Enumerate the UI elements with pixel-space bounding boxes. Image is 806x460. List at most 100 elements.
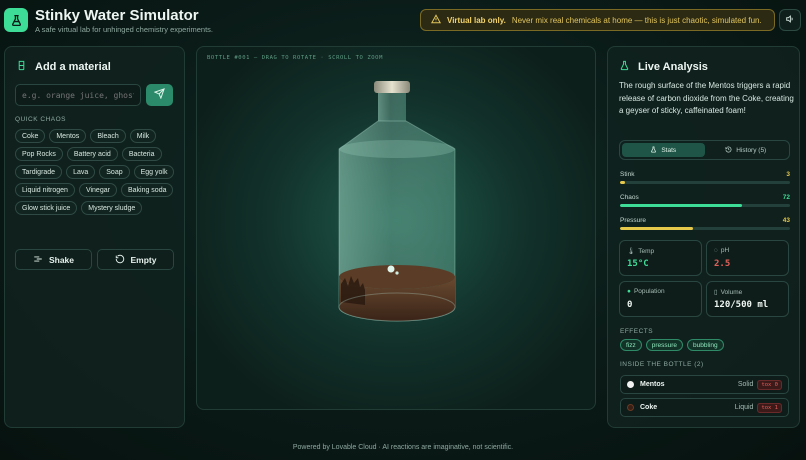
empty-button[interactable]: Empty	[97, 249, 174, 270]
warning-banner: Virtual lab only. Never mix real chemica…	[420, 9, 775, 31]
material-input[interactable]	[15, 84, 141, 106]
tab-history-label: History (5)	[736, 146, 767, 154]
flask-icon	[619, 60, 630, 74]
beaker-icon	[16, 60, 27, 74]
ph-label: pH	[720, 247, 730, 254]
volume-value: 120/500 ml	[714, 300, 769, 310]
footer-text: Powered by Lovable Cloud · AI reactions …	[292, 444, 514, 451]
quick-chaos-chip[interactable]: Battery acid	[66, 147, 118, 161]
droplet-icon: ◌	[714, 247, 718, 254]
effects-list: fizz pressure bubbling	[620, 339, 724, 351]
add-material-panel: Add a material QUICK CHAOS CokeMentosBle…	[4, 46, 185, 428]
stat-stink-bar	[620, 181, 790, 184]
analysis-text: The rough surface of the Mentos triggers…	[619, 81, 794, 115]
bottle-viewport[interactable]: BOTTLE #001 — DRAG TO ROTATE · SCROLL TO…	[196, 46, 596, 410]
quick-chaos-chip[interactable]: Soap	[99, 165, 130, 179]
flask-logo-icon	[4, 8, 28, 32]
add-material-title-text: Add a material	[35, 61, 111, 73]
quick-chaos-chips: Coke Mentos Bleach Milk Pop Rocks Battery aci…	[15, 129, 177, 215]
quick-chaos-chip[interactable]: Bleach	[90, 129, 126, 143]
live-analysis-panel: Live Analysis The rough surface of the M…	[607, 46, 800, 428]
item-tox-badge: tox 0	[757, 379, 782, 390]
reset-icon	[115, 254, 125, 266]
effect-tag: pressure	[645, 339, 684, 351]
material-input-row	[15, 84, 173, 106]
quick-chaos-chip[interactable]: Vinegar	[78, 183, 117, 197]
temp-box: 🌡 Temp 15°C	[619, 240, 702, 276]
add-material-button[interactable]	[146, 84, 173, 106]
stat-chaos: Chaos 72	[620, 194, 790, 207]
app-subtitle: A safe virtual lab for unhinged chemistr…	[35, 25, 214, 34]
stat-stink: Stink 3	[620, 171, 790, 184]
volume-box: ▯ Volume 120/500 ml	[706, 281, 789, 317]
bug-icon: ●	[627, 288, 631, 295]
live-analysis-title: Live Analysis	[619, 60, 708, 74]
stat-chaos-value: 72	[782, 194, 790, 201]
population-box: ● Population 0	[619, 281, 702, 317]
item-state: Solid	[737, 381, 754, 388]
population-label: Population	[633, 288, 665, 295]
population-value: 0	[627, 300, 633, 310]
empty-label: Empty	[130, 254, 157, 265]
item-state: Liquid	[734, 404, 754, 411]
app-title: Stinky Water Simulator	[35, 7, 199, 24]
item-name: Mentos	[640, 381, 665, 388]
inside-bottle-label: INSIDE THE BOTTLE (2)	[620, 361, 704, 368]
analysis-tabs: Stats History (5)	[619, 140, 790, 160]
mentos-swatch	[627, 381, 634, 388]
stat-pressure-label: Pressure	[620, 217, 647, 224]
quick-chaos-chip[interactable]: Coke	[15, 129, 46, 143]
item-tox-badge: tox 1	[757, 402, 782, 413]
warning-icon	[430, 14, 442, 26]
bottle-hint: BOTTLE #001 — DRAG TO ROTATE · SCROLL TO…	[207, 55, 384, 61]
quick-chaos-chip[interactable]: Lava	[66, 165, 96, 179]
ph-box: ◌ pH 2.5	[706, 240, 789, 276]
stat-pressure-value: 43	[782, 217, 790, 224]
stats-flask-icon	[650, 146, 657, 155]
send-icon	[153, 86, 165, 104]
quick-chaos-chip[interactable]: Milk	[129, 129, 157, 143]
quick-chaos-chip[interactable]: Bacteria	[121, 147, 162, 161]
volume-label: Volume	[720, 288, 743, 296]
history-icon	[725, 146, 732, 155]
temp-label: Temp	[638, 247, 655, 255]
shake-label: Shake	[48, 254, 75, 265]
tab-stats[interactable]: Stats	[622, 143, 705, 157]
speaker-icon	[785, 11, 795, 29]
ph-value: 2.5	[714, 259, 731, 269]
stat-chaos-bar	[620, 204, 790, 207]
stat-pressure-bar	[620, 227, 790, 230]
quick-chaos-chip[interactable]: Mentos	[49, 129, 87, 143]
quick-chaos-chip[interactable]: Egg yolk	[133, 165, 175, 179]
bottle-item[interactable]: Mentos Solid tox 0	[620, 375, 789, 394]
stat-chaos-label: Chaos	[620, 194, 639, 201]
tab-stats-label: Stats	[661, 146, 677, 154]
warning-text: Never mix real chemicals at home — this …	[511, 15, 762, 25]
stat-pressure: Pressure 43	[620, 217, 790, 230]
item-name: Coke	[640, 404, 658, 411]
quick-chaos-chip[interactable]: Glow stick juice	[15, 201, 78, 215]
quick-chaos-chip[interactable]: Baking soda	[120, 183, 174, 197]
thermometer-icon: 🌡	[627, 248, 636, 255]
sound-toggle-button[interactable]	[779, 9, 801, 31]
shake-icon	[33, 254, 43, 266]
live-analysis-title-text: Live Analysis	[638, 61, 708, 73]
temp-value: 15°C	[627, 259, 649, 269]
stat-stink-value: 3	[786, 171, 790, 178]
effect-tag: bubbling	[687, 339, 724, 351]
shake-button[interactable]: Shake	[15, 249, 92, 270]
quick-chaos-chip[interactable]: Tardigrade	[15, 165, 63, 179]
warning-bold: Virtual lab only.	[447, 15, 506, 25]
quick-chaos-chip[interactable]: Liquid nitrogen	[15, 183, 75, 197]
quick-chaos-chip[interactable]: Pop Rocks	[15, 147, 63, 161]
quick-chaos-chip[interactable]: Mystery sludge	[81, 201, 143, 215]
bottle-item[interactable]: Coke Liquid tox 1	[620, 398, 789, 417]
add-material-title: Add a material	[16, 60, 111, 74]
app-header: Stinky Water Simulator A safe virtual la…	[0, 0, 806, 42]
coke-swatch	[627, 404, 634, 411]
quick-chaos-label: QUICK CHAOS	[15, 116, 67, 123]
stat-stink-label: Stink	[620, 171, 635, 178]
bottle-illustration[interactable]	[327, 79, 467, 339]
effect-tag: fizz	[620, 339, 642, 351]
tab-history[interactable]: History (5)	[705, 143, 788, 157]
